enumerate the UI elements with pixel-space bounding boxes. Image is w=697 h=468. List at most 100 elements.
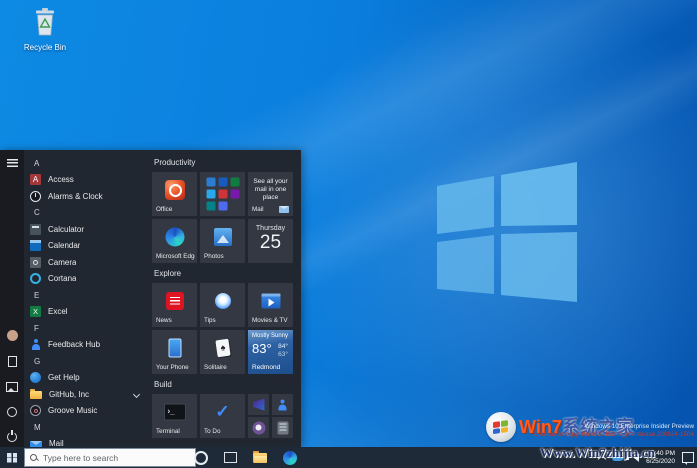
power-icon[interactable]	[7, 432, 17, 442]
app-list-item-excel[interactable]: Excel	[24, 304, 148, 321]
app-label: Alarms & Clock	[48, 192, 103, 201]
task-view-icon[interactable]	[224, 452, 237, 463]
tile-terminal[interactable]: Terminal	[152, 394, 197, 438]
app-label: Calculator	[48, 225, 84, 234]
tile-mail[interactable]: See all your mail in one placeMail	[248, 172, 293, 216]
settings-icon[interactable]	[7, 407, 17, 417]
chevron-down-icon[interactable]	[133, 391, 140, 398]
taskbar-search-box[interactable]: Type here to search	[24, 448, 196, 467]
phone-icon	[168, 339, 181, 358]
todo-icon	[215, 402, 229, 422]
user-icon[interactable]	[7, 330, 18, 341]
tile-news[interactable]: News	[152, 283, 197, 327]
tile-label: To Do	[204, 428, 243, 435]
tips-icon	[215, 293, 231, 309]
camera-icon	[30, 257, 41, 268]
tile-your-phone[interactable]: Your Phone	[152, 330, 197, 374]
calendar-icon	[30, 240, 41, 251]
calendar-weekday: Thursday	[248, 225, 293, 232]
app-list-item-github-inc[interactable]: GitHub, Inc	[24, 386, 148, 403]
tile-office[interactable]: Office	[152, 172, 197, 216]
small-tile-group	[248, 394, 293, 438]
tile-section-header-explore[interactable]: Explore	[154, 269, 301, 279]
app-list-item-alarms-clock[interactable]: Alarms & Clock	[24, 188, 148, 205]
tile-label: Solitaire	[204, 364, 243, 371]
tile-dev-portal[interactable]	[272, 394, 293, 415]
solitaire-icon	[215, 339, 230, 358]
weather-temp: 83°	[252, 341, 272, 356]
start-menu-rail	[0, 150, 24, 447]
calculator-beta-icon	[277, 421, 288, 434]
tile-label: Microsoft Edge	[156, 253, 195, 260]
screen: Recycle Bin Win7系统之家 Windows 10 Enterpri…	[0, 0, 697, 468]
tile-visual-studio[interactable]	[248, 394, 269, 415]
tile-movies-tv[interactable]: Movies & TV	[248, 283, 293, 327]
weather-high: 84°	[278, 343, 288, 350]
build-line: Evaluation copy. Build 20152.rs_prerelea…	[534, 431, 694, 439]
app-list-item-calendar[interactable]: Calendar	[24, 238, 148, 255]
tile-weather[interactable]: Mostly Sunny83°84°63°Redmond	[248, 330, 293, 374]
app-label: Cortana	[48, 274, 76, 283]
weather-condition: Mostly Sunny	[252, 333, 288, 339]
tile-tips[interactable]: Tips	[200, 283, 245, 327]
tile-grid: Terminal To Do	[152, 394, 294, 438]
start-button[interactable]	[0, 447, 24, 468]
edge-icon	[165, 228, 184, 247]
app-list-header-a[interactable]: A	[24, 155, 148, 172]
app-list-item-access[interactable]: Access	[24, 172, 148, 189]
tile-to-do[interactable]: To Do	[200, 394, 245, 438]
app-list-item-get-help[interactable]: Get Help	[24, 370, 148, 387]
ghfolder-icon	[30, 391, 42, 399]
github-icon	[252, 421, 265, 434]
app-list-item-cortana[interactable]: Cortana	[24, 271, 148, 288]
app-list-item-calculator[interactable]: Calculator	[24, 221, 148, 238]
recycle-bin-shortcut[interactable]: Recycle Bin	[16, 8, 74, 52]
file-explorer-icon[interactable]	[253, 453, 267, 463]
office-icon	[165, 180, 185, 200]
windows-logo-wallpaper	[437, 162, 577, 303]
tile-github[interactable]	[248, 417, 269, 438]
windows-flag-logo-icon	[486, 412, 516, 442]
tile-microsoft-edge[interactable]: Microsoft Edge	[152, 219, 197, 263]
app-list-item-groove-music[interactable]: Groove Music	[24, 403, 148, 420]
tile-label: Movies & TV	[252, 317, 291, 324]
app-list-item-camera[interactable]: Camera	[24, 254, 148, 271]
tile-date[interactable]: Thursday25	[248, 219, 293, 263]
tile-section-header-build[interactable]: Build	[154, 380, 301, 390]
weather-location: Redmond	[252, 364, 280, 371]
start-menu-tiles: Productivity Office See all your mail in o…	[148, 150, 301, 447]
app-list-header-c[interactable]: C	[24, 205, 148, 222]
quick-launch	[194, 447, 297, 468]
groove-icon	[30, 405, 41, 416]
tile-label: Photos	[204, 253, 243, 260]
cortana-icon[interactable]	[194, 451, 208, 465]
app-list-header-m[interactable]: M	[24, 419, 148, 436]
app-list-item-mail[interactable]: Mail	[24, 436, 148, 448]
tile-section-header-productivity[interactable]: Productivity	[154, 158, 301, 168]
tile-solitaire[interactable]: Solitaire	[200, 330, 245, 374]
excel-icon	[30, 306, 41, 317]
app-list-header-f[interactable]: F	[24, 320, 148, 337]
calculator-icon	[30, 224, 41, 235]
url-watermark: Www.Win7zhijia.cn	[540, 445, 655, 461]
tile-grid: NewsTips Movies & TV Your Phone Solitaire Mo…	[152, 283, 294, 374]
tile-photos[interactable]: Photos	[200, 219, 245, 263]
app-label: GitHub, Inc	[49, 390, 89, 399]
action-center-icon[interactable]	[682, 452, 694, 463]
hamburger-menu-icon[interactable]	[7, 159, 18, 167]
documents-icon[interactable]	[8, 356, 17, 367]
tile-office-apps-group[interactable]	[200, 172, 245, 216]
app-list-item-feedback-hub[interactable]: Feedback Hub	[24, 337, 148, 354]
app-label: Excel	[48, 307, 68, 316]
pictures-icon[interactable]	[6, 382, 18, 392]
app-label: Get Help	[48, 373, 80, 382]
app-label: Feedback Hub	[48, 340, 100, 349]
tile-calculator-beta[interactable]	[272, 417, 293, 438]
office-apps-grid-icon	[206, 178, 239, 211]
app-list-header-e[interactable]: E	[24, 287, 148, 304]
edge-icon[interactable]	[283, 451, 297, 465]
app-label: Groove Music	[48, 406, 97, 415]
app-list-header-g[interactable]: G	[24, 353, 148, 370]
gethelp-icon	[30, 372, 41, 383]
app-label: Calendar	[48, 241, 80, 250]
